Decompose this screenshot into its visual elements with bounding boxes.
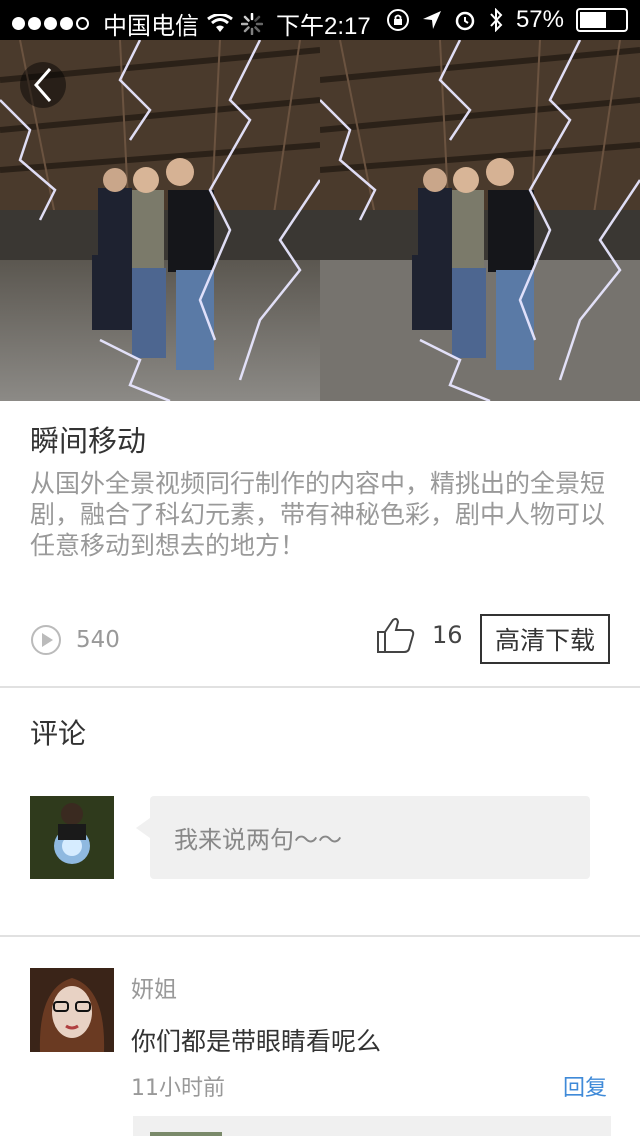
- carrier-label: 中国电信: [103, 13, 199, 40]
- comment-time: 11小时前: [131, 1076, 225, 1101]
- bluetooth-icon: [490, 8, 503, 32]
- loading-spinner-icon: [241, 12, 263, 35]
- wifi-icon: [207, 13, 233, 32]
- view-count-value: 540: [76, 627, 120, 653]
- comments-title: 评论: [30, 717, 87, 750]
- comment-input[interactable]: 我来说两句～～: [136, 796, 590, 879]
- hd-download-button[interactable]: 高清下载: [480, 614, 610, 664]
- divider: [0, 935, 640, 937]
- video-player[interactable]: [0, 40, 640, 401]
- divider: [0, 686, 640, 688]
- scene-image: [320, 40, 640, 401]
- status-right: 57%: [386, 6, 628, 34]
- back-button[interactable]: [20, 62, 66, 108]
- video-title: 瞬间移动: [30, 424, 147, 458]
- reply-thumbnail: [150, 1132, 222, 1136]
- play-icon: [31, 625, 61, 655]
- comment-text: 你们都是带眼睛看呢么: [131, 1027, 382, 1056]
- battery-icon: [576, 8, 628, 32]
- like-button[interactable]: 16: [376, 616, 463, 654]
- thumbs-up-icon: [377, 617, 415, 653]
- battery-percent: 57%: [515, 6, 564, 33]
- commenter-name[interactable]: 妍姐: [131, 970, 177, 1004]
- alarm-clock-icon: [455, 11, 475, 31]
- stats-row: 540 16 高清下载: [30, 612, 610, 666]
- video-description: 从国外全景视频同行制作的内容中，精挑出的全景短剧，融合了科幻元素，带有神秘色彩，…: [30, 469, 606, 560]
- status-left: 中国电信: [12, 6, 263, 41]
- status-bar: 中国电信 下午2:17 57%: [0, 0, 640, 40]
- like-count: 16: [432, 621, 463, 649]
- reply-button[interactable]: 回复: [563, 1070, 607, 1102]
- chevron-left-icon: [34, 68, 52, 102]
- my-avatar: [30, 796, 114, 879]
- video-frame-right: [320, 40, 640, 401]
- status-time: 下午2:17: [276, 13, 371, 40]
- commenter-avatar: [30, 968, 114, 1052]
- view-count: 540: [30, 624, 120, 656]
- signal-strength-icon: [12, 17, 89, 30]
- orientation-lock-icon: [386, 9, 409, 31]
- location-arrow-icon: [422, 11, 441, 29]
